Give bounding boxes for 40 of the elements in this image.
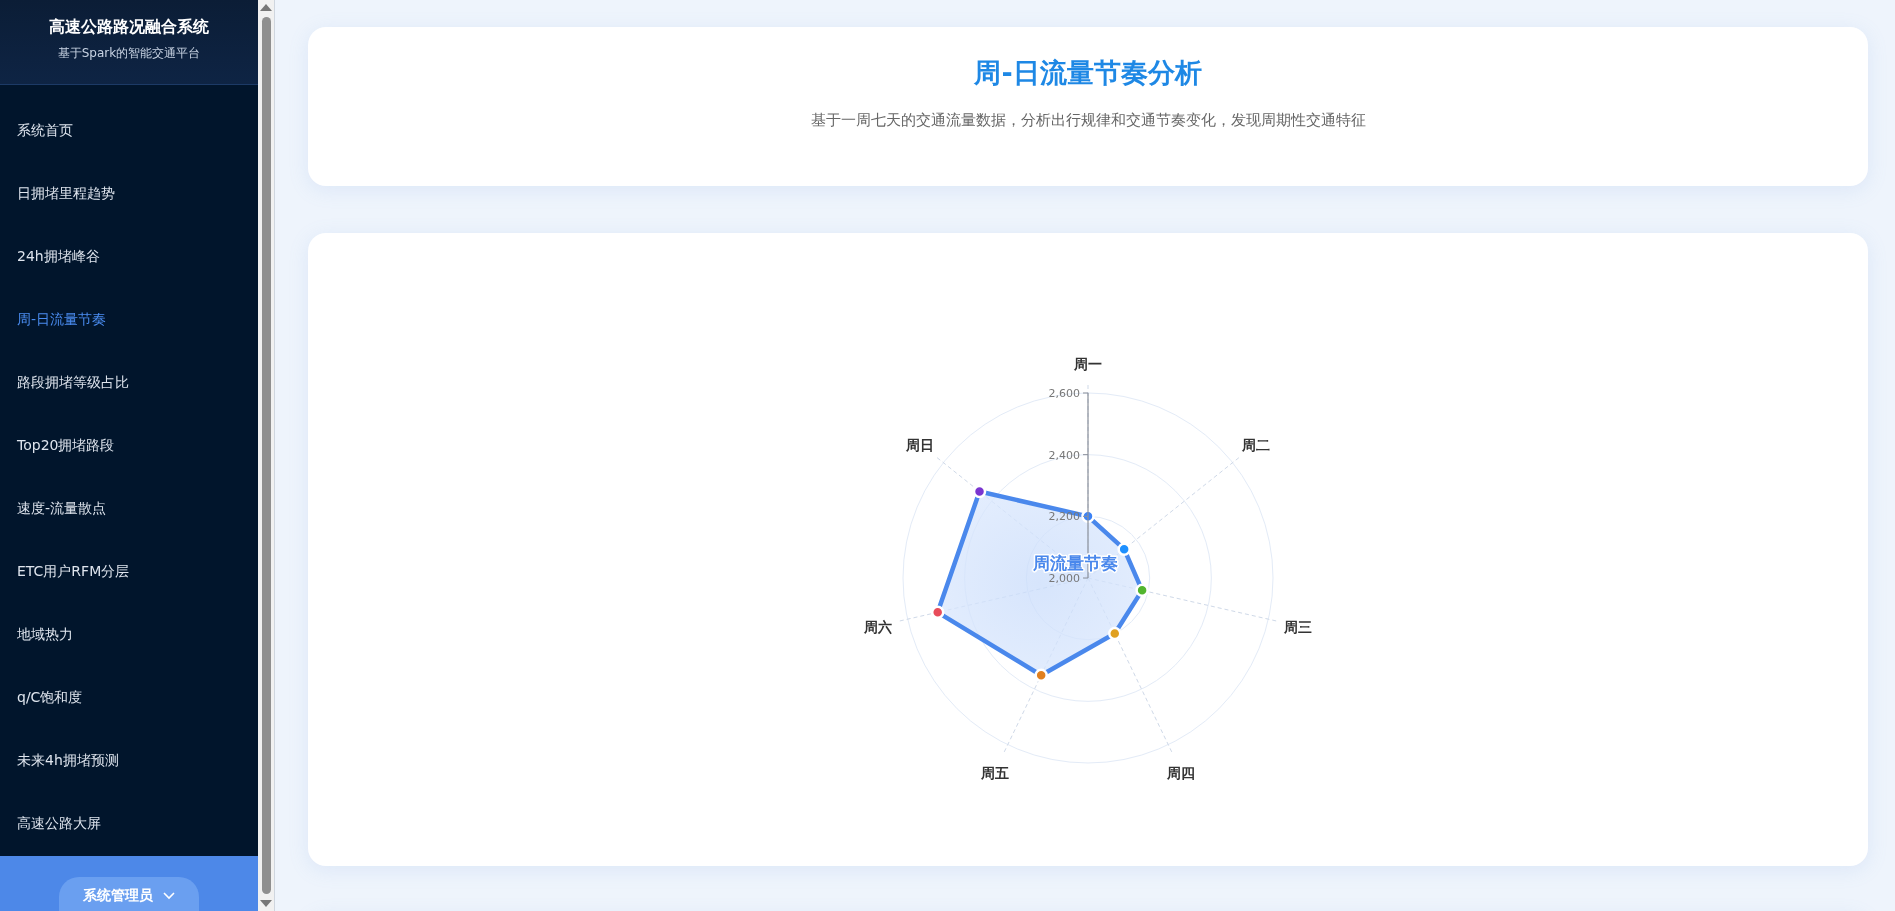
scrollbar-thumb[interactable]: [261, 17, 271, 894]
axis-label: 周五: [980, 764, 1009, 781]
data-point: [1108, 626, 1122, 641]
tick-label: 2,600: [1048, 387, 1080, 400]
menu-item[interactable]: 未来4h拥堵预测: [0, 729, 258, 792]
menu-item[interactable]: 日拥堵里程趋势: [0, 162, 258, 225]
app-subtitle: 基于Spark的智能交通平台: [56, 45, 202, 62]
data-point: [972, 484, 987, 499]
data-point: [1135, 583, 1149, 598]
menu-item[interactable]: 高速公路大屏: [0, 792, 258, 855]
data-point: [1081, 509, 1095, 524]
tick-label: 2,400: [1048, 448, 1080, 462]
menu-item[interactable]: 速度-流量散点: [0, 477, 258, 540]
menu-item[interactable]: 系统首页: [0, 99, 258, 162]
axis-label: 周四: [1167, 764, 1196, 781]
page-description: 基于一周七天的交通流量数据，分析出行规律和交通节奏变化，发现周期性交通特征: [809, 111, 1367, 130]
app-title: 高速公路路况融合系统: [48, 17, 210, 38]
axis-label: 周六: [864, 618, 893, 635]
menu-item[interactable]: ETC用户RFM分层: [0, 540, 258, 603]
tick-label: 2,000: [1048, 572, 1080, 585]
scroll-up-icon[interactable]: [260, 3, 272, 11]
menu-item[interactable]: q/C饱和度: [0, 666, 258, 729]
tick-label: 2,200: [1048, 510, 1080, 524]
axis-label: 周二: [1242, 436, 1271, 453]
caret-icon: [163, 892, 175, 900]
menu-item[interactable]: 地域热力: [0, 603, 258, 666]
data-point: [1034, 668, 1048, 682]
chart-title: 周流量节奏: [1033, 553, 1118, 573]
menu-item[interactable]: 路段拥堵等级占比: [0, 351, 258, 414]
menu-item[interactable]: 周-日流量节奏: [0, 288, 258, 351]
scrollbar[interactable]: [258, 0, 275, 911]
axis-label: 周日: [905, 436, 934, 453]
scroll-down-icon[interactable]: [260, 900, 272, 908]
axis-label: 周三: [1283, 618, 1312, 635]
menu-item[interactable]: 24h拥堵峰谷: [0, 225, 258, 288]
page-title: 周-日流量节奏分析: [973, 56, 1203, 90]
menu-item[interactable]: Top20拥堵路段: [0, 414, 258, 477]
data-point: [1117, 542, 1131, 556]
axis-label: 周一: [1074, 356, 1102, 372]
data-point: [930, 605, 945, 620]
